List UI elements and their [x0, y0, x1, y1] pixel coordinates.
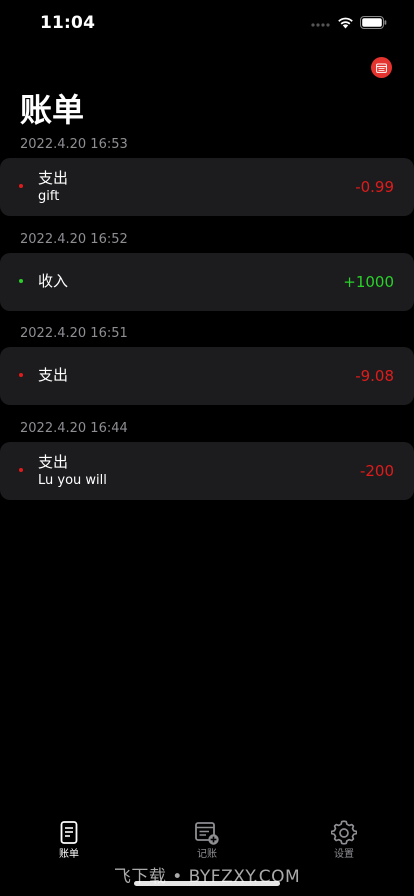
tab-label: 账单: [59, 849, 79, 860]
add-record-icon: [195, 822, 219, 845]
record-time: 2022.4.20 16:44: [20, 421, 128, 436]
expense-dot-icon: [19, 468, 23, 472]
record-amount: -200: [359, 462, 394, 480]
tab-add-record[interactable]: 记账: [177, 820, 237, 861]
status-time: 11:04: [40, 13, 96, 33]
tab-settings[interactable]: 设置: [314, 820, 374, 861]
record-amount: -9.08: [355, 367, 394, 385]
record-card[interactable]: 支出 gift -0.99: [0, 158, 414, 216]
record-type: 支出: [38, 366, 69, 384]
signal-icon: [311, 22, 330, 27]
document-icon: [60, 821, 78, 844]
record-time: 2022.4.20 16:52: [20, 232, 128, 247]
gear-icon: [331, 820, 357, 845]
battery-icon: [360, 16, 387, 29]
record-type: 支出: [38, 453, 69, 471]
status-bar: 11:04: [0, 0, 414, 47]
status-icons: [311, 16, 387, 29]
record-time: 2022.4.20 16:53: [20, 137, 128, 152]
record-amount: -0.99: [355, 178, 394, 196]
record-type: 收入: [38, 272, 69, 290]
calendar-button[interactable]: [371, 57, 392, 78]
record-card[interactable]: 支出 Lu you will -200: [0, 442, 414, 500]
calendar-icon: [376, 63, 387, 73]
tab-label: 记账: [197, 849, 217, 860]
page-title: 账单: [20, 91, 85, 129]
record-note: Lu you will: [38, 473, 107, 488]
record-time: 2022.4.20 16:51: [20, 326, 128, 341]
record-amount: +1000: [343, 273, 394, 291]
expense-dot-icon: [19, 184, 23, 188]
tab-bills[interactable]: 账单: [39, 820, 99, 861]
income-dot-icon: [19, 279, 23, 283]
record-note: gift: [38, 189, 60, 204]
expense-dot-icon: [19, 373, 23, 377]
wifi-icon: [338, 17, 353, 29]
record-card[interactable]: 支出 -9.08: [0, 347, 414, 405]
tab-label: 设置: [334, 849, 354, 860]
record-card[interactable]: 收入 +1000: [0, 253, 414, 311]
record-type: 支出: [38, 169, 69, 187]
home-indicator: [134, 881, 280, 886]
